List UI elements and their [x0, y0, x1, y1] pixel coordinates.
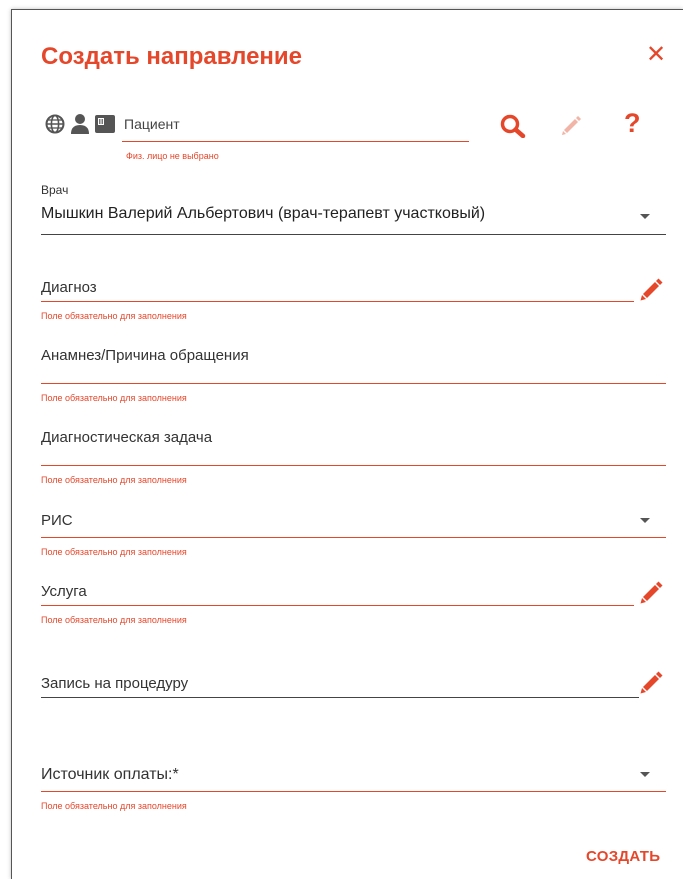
payment-source-error: Поле обязательно для заполнения	[41, 801, 187, 811]
globe-icon[interactable]	[45, 114, 65, 134]
diagnostic-task-underline	[41, 465, 666, 466]
procedure-booking-field[interactable]: Запись на процедуру	[41, 675, 188, 692]
create-button[interactable]: СОЗДАТЬ	[586, 848, 660, 865]
search-icon[interactable]	[500, 114, 526, 138]
patient-error: Физ. лицо не выбрано	[126, 151, 219, 161]
diagnosis-edit-icon[interactable]	[640, 277, 664, 301]
patient-input[interactable]: Пациент	[124, 116, 180, 132]
service-underline	[41, 605, 634, 606]
service-edit-icon[interactable]	[640, 580, 664, 604]
ris-select[interactable]: РИС	[41, 512, 73, 529]
ris-error: Поле обязательно для заполнения	[41, 547, 187, 557]
help-icon[interactable]: ?	[624, 108, 641, 139]
ris-underline	[41, 537, 666, 538]
diagnostic-task-field[interactable]: Диагностическая задача	[41, 429, 212, 446]
create-referral-dialog: Создать направление ✕ Пациент Физ. лицо …	[11, 9, 683, 879]
patient-input-underline	[122, 141, 469, 142]
anamnesis-error: Поле обязательно для заполнения	[41, 393, 187, 403]
diagnosis-error: Поле обязательно для заполнения	[41, 311, 187, 321]
service-error: Поле обязательно для заполнения	[41, 615, 187, 625]
anamnesis-underline	[41, 383, 666, 384]
card-icon[interactable]	[95, 114, 115, 134]
service-field[interactable]: Услуга	[41, 583, 87, 600]
person-icon[interactable]	[70, 113, 90, 134]
diagnosis-field[interactable]: Диагноз	[41, 279, 97, 296]
dialog-title: Создать направление	[41, 43, 303, 70]
doctor-select-value[interactable]: Мышкин Валерий Альбертович (врач-терапев…	[41, 205, 485, 223]
anamnesis-field[interactable]: Анамнез/Причина обращения	[41, 347, 249, 364]
procedure-edit-icon[interactable]	[640, 670, 664, 694]
diagnosis-underline	[41, 301, 634, 302]
payment-dropdown-chevron-icon[interactable]	[640, 772, 650, 777]
payment-source-select[interactable]: Источник оплаты:*	[41, 766, 179, 784]
edit-icon[interactable]	[561, 114, 583, 136]
procedure-booking-underline	[41, 697, 639, 698]
payment-source-underline	[41, 791, 666, 792]
doctor-dropdown-chevron-icon[interactable]	[640, 214, 650, 219]
doctor-underline	[41, 234, 666, 235]
doctor-label: Врач	[41, 183, 69, 197]
diagnostic-task-error: Поле обязательно для заполнения	[41, 475, 187, 485]
close-icon[interactable]: ✕	[645, 43, 667, 67]
ris-dropdown-chevron-icon[interactable]	[640, 518, 650, 523]
